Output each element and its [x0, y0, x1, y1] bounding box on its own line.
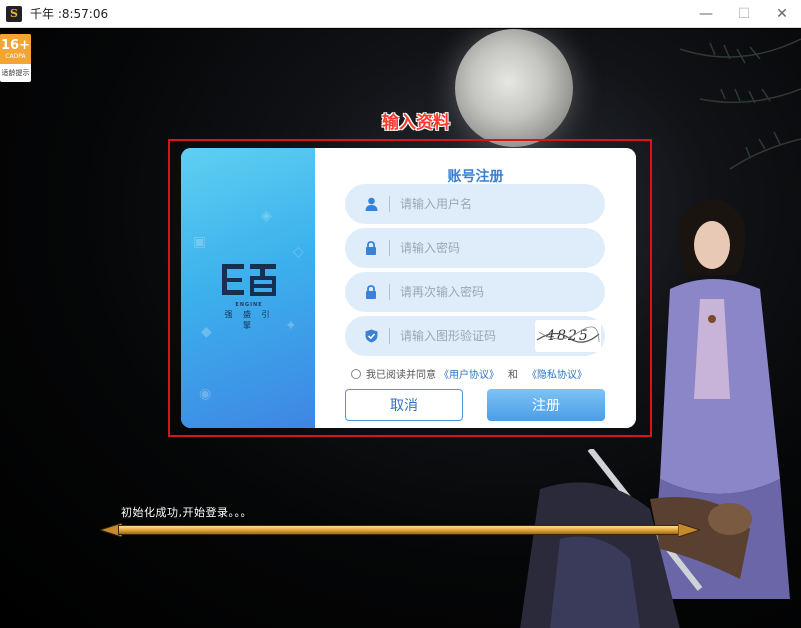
- close-button[interactable]: ✕: [763, 0, 801, 28]
- game-logo-icon: S: [6, 5, 22, 22]
- progress-fill: [119, 526, 681, 534]
- gamepad-icon: ◈: [261, 208, 272, 224]
- agreement-row: 我已阅读并同意 《用户协议》 和 《隐私协议》: [351, 366, 590, 381]
- form-title: 账号注册: [447, 169, 504, 185]
- app-icon-glyph: S: [10, 7, 18, 20]
- field-separator: [389, 240, 390, 256]
- status-message: 初始化成功,开始登录。。。: [121, 506, 252, 519]
- engine-logo-icon: [222, 264, 276, 296]
- user-icon: [363, 196, 379, 212]
- gift-icon: ▣: [193, 234, 207, 250]
- moon-image: [455, 29, 573, 147]
- field-separator: [389, 284, 390, 300]
- engine-logo-name: 强 盛 引 擎: [224, 310, 274, 330]
- captcha-input[interactable]: [400, 329, 520, 343]
- age-rating-note: 适龄提示: [1, 69, 30, 77]
- window-title: 千年 :8:57:06: [30, 7, 109, 21]
- user-agreement-link[interactable]: 《用户协议》: [439, 366, 499, 381]
- register-button[interactable]: 注册: [487, 389, 605, 421]
- shield-deco-icon: ◆: [201, 324, 212, 340]
- progress-track: [118, 525, 682, 535]
- lock-icon: [363, 284, 379, 300]
- agreement-prefix: 我已阅读并同意: [366, 370, 436, 381]
- age-rating-number: 16+: [1, 37, 30, 53]
- register-card: ▣ ◈ ◇ ◆ ✦ ◉ ENGINE 强 盛 引 擎 账号注册 请输入用户名 请…: [181, 148, 636, 428]
- password-field[interactable]: [345, 228, 605, 268]
- age-rating-top: 16+ CADPA: [0, 34, 31, 64]
- character-warrior-image: [520, 449, 752, 628]
- maximize-button[interactable]: ☐: [725, 0, 763, 28]
- brand-panel: ▣ ◈ ◇ ◆ ✦ ◉ ENGINE 强 盛 引 擎: [181, 148, 315, 428]
- controller-icon: ◇: [293, 244, 304, 260]
- window-controls: — ☐ ✕: [687, 0, 801, 28]
- password-confirm-field[interactable]: [345, 272, 605, 312]
- agreement-and: 和: [508, 370, 518, 381]
- progress-cap-right: [678, 523, 700, 537]
- title-bar[interactable]: S 千年 :8:57:06 — ☐ ✕: [0, 0, 801, 28]
- star-deco-icon: ✦: [285, 318, 297, 334]
- engine-logo-caption: ENGINE: [235, 302, 263, 308]
- section-title: 输入资料: [382, 113, 450, 133]
- age-rating-badge: 16+ CADPA 适龄提示: [0, 34, 31, 82]
- coin-deco-icon: ◉: [199, 386, 212, 402]
- engine-logo: ENGINE 强 盛 引 擎: [219, 262, 279, 331]
- lock-icon: [363, 240, 379, 256]
- age-rating-org: CADPA: [5, 52, 26, 60]
- username-field[interactable]: [345, 184, 605, 224]
- password-confirm-input[interactable]: [400, 285, 570, 299]
- captcha-image[interactable]: 4825: [535, 320, 601, 352]
- game-window: S 千年 :8:57:06 — ☐ ✕ 16+ CADPA 适龄提示 输入资料 …: [0, 0, 801, 628]
- shield-check-icon: [363, 328, 379, 344]
- loading-progress-bar: [100, 523, 700, 537]
- field-separator: [389, 328, 390, 344]
- captcha-field[interactable]: 4825: [345, 316, 605, 356]
- captcha-noise: [536, 326, 600, 343]
- cancel-button[interactable]: 取消: [345, 389, 463, 421]
- username-input[interactable]: [400, 197, 570, 211]
- minimize-button[interactable]: —: [687, 0, 725, 28]
- form-panel: 账号注册 请输入用户名 请输入图形验证码 4825 我已阅读并同意 《用户协议》…: [315, 148, 636, 428]
- agreement-radio[interactable]: [351, 368, 361, 379]
- privacy-agreement-link[interactable]: 《隐私协议》: [527, 366, 587, 381]
- field-separator: [389, 196, 390, 212]
- password-input[interactable]: [400, 241, 570, 255]
